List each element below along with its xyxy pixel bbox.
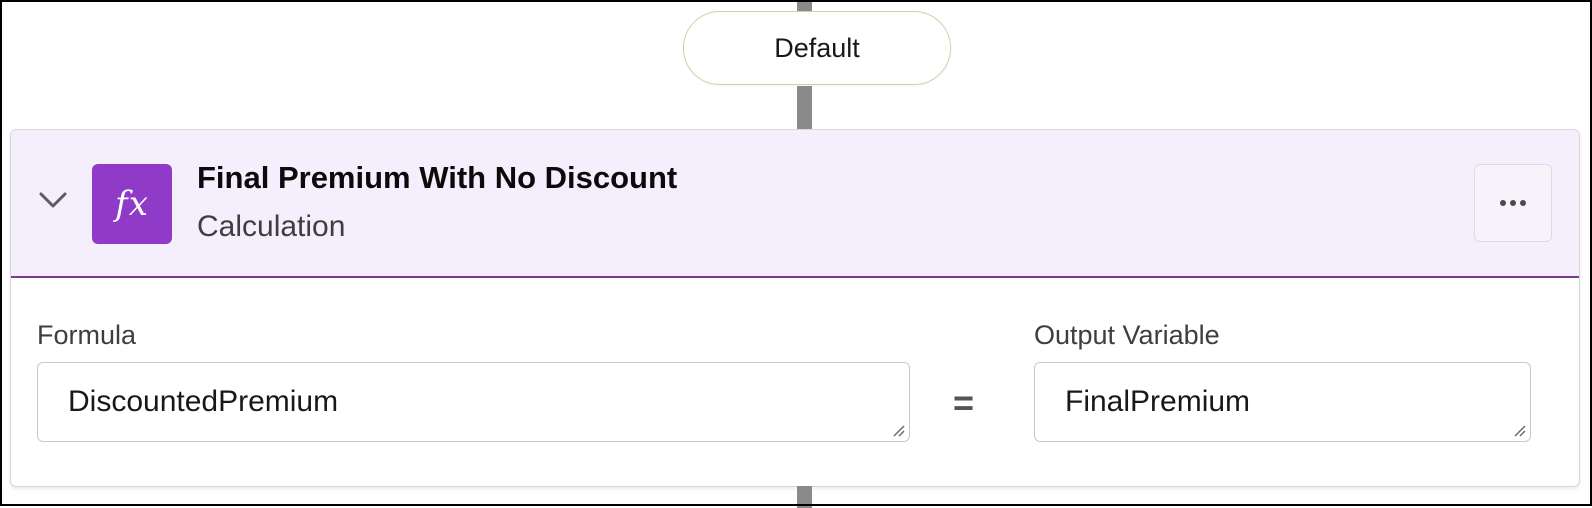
function-icon: fx (92, 164, 172, 244)
calculation-element-card[interactable]: fx Final Premium With No Discount Calcul… (10, 129, 1580, 487)
function-icon-text: fx (115, 184, 149, 224)
flow-connector-bottom (797, 486, 812, 508)
element-header: fx Final Premium With No Discount Calcul… (11, 130, 1579, 278)
output-variable-field[interactable]: FinalPremium (1034, 362, 1531, 442)
flow-connector-middle (797, 86, 812, 130)
formula-label: Formula (37, 320, 137, 350)
element-title: Final Premium With No Discount (197, 160, 678, 195)
collapse-toggle-button[interactable] (35, 182, 71, 218)
output-variable-value: FinalPremium (1065, 385, 1251, 418)
chevron-down-icon (39, 192, 67, 208)
equals-operator: = (953, 382, 975, 423)
more-actions-button[interactable] (1474, 164, 1552, 242)
output-variable-label: Output Variable (1034, 320, 1220, 350)
default-branch-node[interactable]: Default (683, 11, 951, 85)
formula-value: DiscountedPremium (68, 385, 339, 418)
default-branch-label: Default (774, 32, 860, 63)
resize-grip-icon[interactable] (891, 423, 905, 437)
element-type: Calculation (197, 210, 346, 243)
resize-grip-icon[interactable] (1512, 423, 1526, 437)
more-actions-icon (1498, 200, 1528, 206)
formula-field[interactable]: DiscountedPremium (37, 362, 910, 442)
